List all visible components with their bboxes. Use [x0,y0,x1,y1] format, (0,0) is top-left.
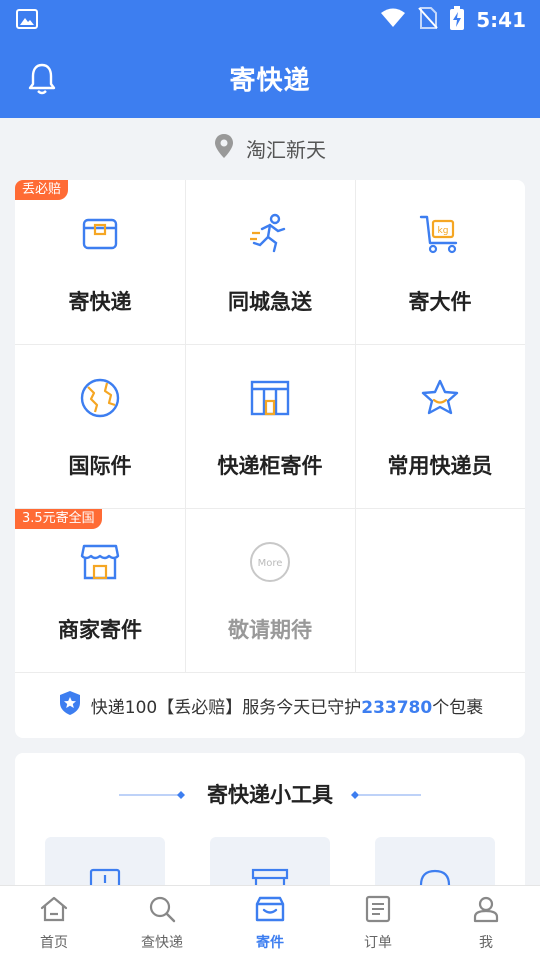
bottom-nav: 首页 查快递 寄件 订单 我 [0,885,540,960]
more-icon: More [249,540,291,584]
promo-badge: 丢必赔 [15,180,69,200]
services-card: 寄快递 同城急送 kg 寄大件 国际件 快递柜寄件 常用快递员 商家寄件 Mor… [15,180,525,738]
locker-send-item[interactable]: 快递柜寄件 [185,344,355,508]
service-label: 寄大件 [408,290,472,314]
running-courier-icon [248,212,292,256]
shop-icon [79,540,121,584]
star-icon [419,376,461,420]
clock: 5:41 [476,8,526,32]
decor-line-left [119,785,189,804]
home-icon [39,895,69,927]
globe-icon [79,376,121,420]
send-express-item[interactable]: 寄快递 [15,180,185,344]
orders-icon [364,895,392,927]
nav-label: 寄件 [256,935,284,951]
svg-text:kg: kg [438,226,449,236]
package-icon [254,895,286,927]
favorite-courier-item[interactable]: 常用快递员 [355,344,525,508]
search-icon [147,895,177,927]
nav-label: 首页 [40,935,68,951]
battery-charging-icon [450,6,465,34]
shield-icon [57,689,83,722]
wifi-icon [380,8,406,32]
location-text: 淘汇新天 [246,137,326,162]
services-grid: 寄快递 同城急送 kg 寄大件 国际件 快递柜寄件 常用快递员 商家寄件 Mor… [15,180,525,673]
service-label: 同城急送 [228,290,312,314]
promo-badge: 3.5元寄全国 [15,509,102,529]
cart-kg-icon: kg [418,212,462,256]
status-bar: 5:41 [0,0,540,38]
service-label: 快递柜寄件 [217,454,323,478]
nav-label: 我 [479,935,493,951]
coming-soon-item: More 敬请期待 [185,508,355,672]
service-label: 敬请期待 [228,618,312,642]
service-label: 商家寄件 [58,618,142,642]
service-label: 国际件 [68,454,132,478]
location-selector[interactable]: 淘汇新天 [0,118,540,178]
nav-send[interactable]: 寄件 [216,886,324,960]
page-title: 寄快递 [229,66,311,96]
app-bar: 寄快递 [0,38,540,118]
nav-track[interactable]: 查快递 [108,886,216,960]
large-item-item[interactable]: kg 寄大件 [355,180,525,344]
svg-text:More: More [258,558,283,569]
nav-orders[interactable]: 订单 [324,886,432,960]
international-item[interactable]: 国际件 [15,344,185,508]
locker-icon [249,376,291,420]
guarantee-banner[interactable]: 快递100【丢必赔】服务今天已守护233780个包裹 [15,673,525,738]
nav-home[interactable]: 首页 [0,886,108,960]
tools-card: 寄快递小工具 [15,753,525,893]
tools-header: 寄快递小工具 [15,779,525,809]
same-city-delivery-item[interactable]: 同城急送 [185,180,355,344]
nav-label: 订单 [364,935,392,951]
user-icon [472,895,500,927]
nav-label: 查快递 [141,935,183,951]
merchant-send-item[interactable]: 商家寄件 [15,508,185,672]
guarantee-text: 快递100【丢必赔】服务今天已守护233780个包裹 [90,698,484,718]
service-label: 寄快递 [68,290,132,314]
no-sim-icon [418,6,438,34]
location-pin-icon [214,133,234,164]
decor-line-right [351,785,421,804]
tools-title: 寄快递小工具 [207,783,333,807]
service-label: 常用快递员 [387,454,493,478]
image-notification-icon [16,9,38,33]
package-count: 233780 [361,698,433,718]
box-icon [80,212,120,256]
nav-me[interactable]: 我 [432,886,540,960]
